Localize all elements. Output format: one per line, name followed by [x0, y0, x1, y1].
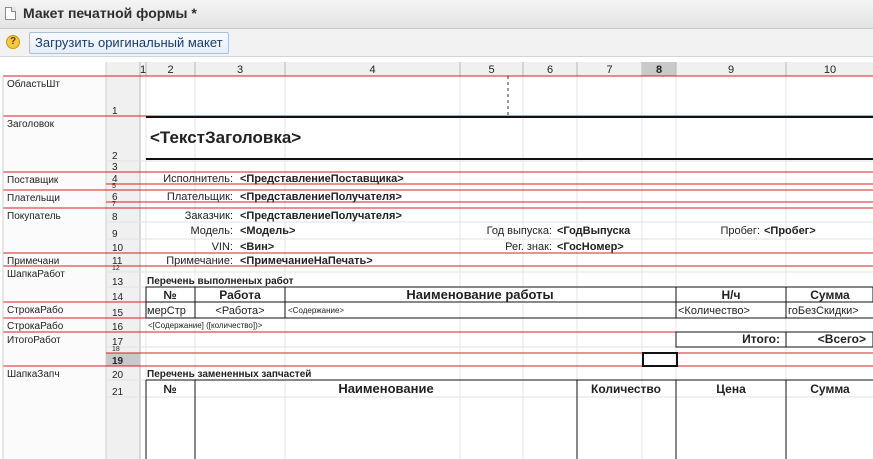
row15-content[interactable]: <Содержание>	[288, 306, 344, 315]
row15-sum[interactable]: гоБезСкидки>	[788, 305, 859, 317]
works-title[interactable]: Перечень выполненых работ	[147, 275, 294, 287]
customer-value[interactable]: <ПредставлениеПолучателя>	[240, 210, 402, 222]
reg-value[interactable]: <ГосНомер>	[557, 241, 624, 253]
area-label[interactable]: ИтогоРабот	[7, 334, 61, 346]
area-label[interactable]: Поставщик	[7, 175, 59, 186]
area-label[interactable]: ШапкаЗапч	[7, 369, 60, 380]
reg-label[interactable]: Рег. знак:	[505, 241, 552, 253]
row-number-13[interactable]: 13	[112, 277, 124, 288]
row-number-14[interactable]: 14	[112, 292, 124, 303]
row-number-21[interactable]: 21	[112, 387, 124, 398]
area-label[interactable]: Заголовок	[7, 119, 55, 130]
executor-value[interactable]: <ПредставлениеПоставщика>	[240, 173, 404, 185]
row-number-2[interactable]: 2	[112, 151, 118, 162]
year-label[interactable]: Год выпуска:	[487, 225, 552, 237]
document-icon	[5, 7, 16, 20]
mileage-value[interactable]: <Пробег>	[764, 225, 816, 237]
selected-cell[interactable]	[642, 352, 678, 367]
parts-title[interactable]: Перечень замененных запчастей	[147, 369, 311, 380]
model-value[interactable]: <Модель>	[240, 225, 295, 237]
load-original-layout-button[interactable]: Загрузить оригинальный макет	[29, 32, 229, 54]
mileage-label[interactable]: Пробег:	[720, 225, 760, 237]
note-label[interactable]: Примечание:	[166, 255, 233, 267]
row15-work[interactable]: <Работа>	[215, 305, 264, 317]
parts-header-qty[interactable]: Количество	[591, 382, 661, 396]
works-header-no[interactable]: №	[163, 288, 176, 302]
executor-label[interactable]: Исполнитель:	[163, 173, 233, 185]
area-label[interactable]: Примечани	[7, 256, 59, 267]
parts-header-price[interactable]: Цена	[716, 382, 746, 396]
row-number-16[interactable]: 16	[112, 322, 124, 333]
row-number-20[interactable]: 20	[112, 370, 124, 381]
column-header-7[interactable]: 7	[606, 64, 612, 76]
customer-label[interactable]: Заказчик:	[185, 210, 233, 222]
parts-header-sum[interactable]: Сумма	[810, 382, 850, 396]
column-header-1[interactable]: 1	[140, 64, 146, 76]
row-number-8[interactable]: 8	[112, 212, 118, 223]
area-label-column	[3, 76, 106, 459]
command-bar: ? Загрузить оригинальный макет	[0, 29, 873, 57]
vin-value[interactable]: <Вин>	[240, 241, 274, 253]
column-header-8[interactable]: 8	[656, 64, 662, 76]
works-header-name[interactable]: Наименование работы	[406, 287, 553, 302]
row-number-3[interactable]: 3	[112, 162, 118, 173]
window-title: Макет печатной формы *	[23, 5, 197, 21]
area-label[interactable]: Покупатель	[7, 211, 61, 222]
window-titlebar: Макет печатной формы *	[0, 0, 873, 29]
note-value[interactable]: <ПримечаниеНаПечать>	[240, 255, 373, 267]
area-label[interactable]: ОбластьШт	[7, 78, 60, 90]
total-value[interactable]: <Всего>	[818, 332, 866, 346]
row-number-10[interactable]: 10	[112, 243, 124, 254]
works-header-nh[interactable]: Н/ч	[722, 288, 741, 302]
column-header-9[interactable]: 9	[728, 64, 734, 76]
area-label[interactable]: СтрокаРабо	[7, 320, 64, 332]
works-header-work[interactable]: Работа	[219, 288, 261, 302]
area-label[interactable]: СтрокаРабо	[7, 304, 64, 316]
row-number-1[interactable]: 1	[112, 106, 118, 117]
column-header-2[interactable]: 2	[167, 64, 173, 76]
parts-header-no[interactable]: №	[163, 382, 176, 396]
question-icon[interactable]: ?	[6, 35, 20, 49]
row-number-9[interactable]: 9	[112, 229, 118, 240]
row16-text[interactable]: <[Содержание] ([количество])>	[148, 321, 263, 330]
model-label[interactable]: Модель:	[190, 225, 233, 237]
area-label[interactable]: ШапкаРабот	[7, 268, 65, 280]
row-number-18[interactable]: 18	[112, 346, 120, 353]
works-header-sum[interactable]: Сумма	[810, 288, 850, 302]
area-label[interactable]: Плательщи	[7, 193, 60, 204]
payer-label[interactable]: Плательщик:	[167, 191, 233, 203]
year-value[interactable]: <ГодВыпуска	[557, 225, 631, 237]
row15-qty[interactable]: <Количество>	[678, 305, 750, 317]
header-text-cell[interactable]: <ТекстЗаголовка>	[150, 128, 301, 147]
row15-no[interactable]: мерСтр	[147, 305, 186, 317]
spreadsheet-grid[interactable]: 1 2 3 4 5 6 7 8 9 101ОбластьШт2Заголовок34Поставщ…	[0, 57, 873, 459]
payer-value[interactable]: <ПредставлениеПолучателя>	[240, 191, 402, 203]
column-header-5[interactable]: 5	[488, 64, 494, 76]
column-header-6[interactable]: 6	[547, 64, 553, 76]
column-header-4[interactable]: 4	[369, 64, 375, 76]
total-label[interactable]: Итого:	[742, 332, 780, 346]
parts-header-name[interactable]: Наименование	[338, 381, 433, 396]
column-header-3[interactable]: 3	[237, 64, 243, 76]
column-header-bar	[140, 62, 873, 76]
row-number-15[interactable]: 15	[112, 308, 124, 319]
row-number-19[interactable]: 19	[112, 356, 124, 367]
spreadsheet-layout[interactable]: 1 2 3 4 5 6 7 8 9 10 1 ОбластьШт 2 Заголовок 3 4 Поставщ…	[0, 57, 873, 459]
column-header-10[interactable]: 10	[824, 64, 836, 76]
vin-label[interactable]: VIN:	[212, 241, 233, 253]
